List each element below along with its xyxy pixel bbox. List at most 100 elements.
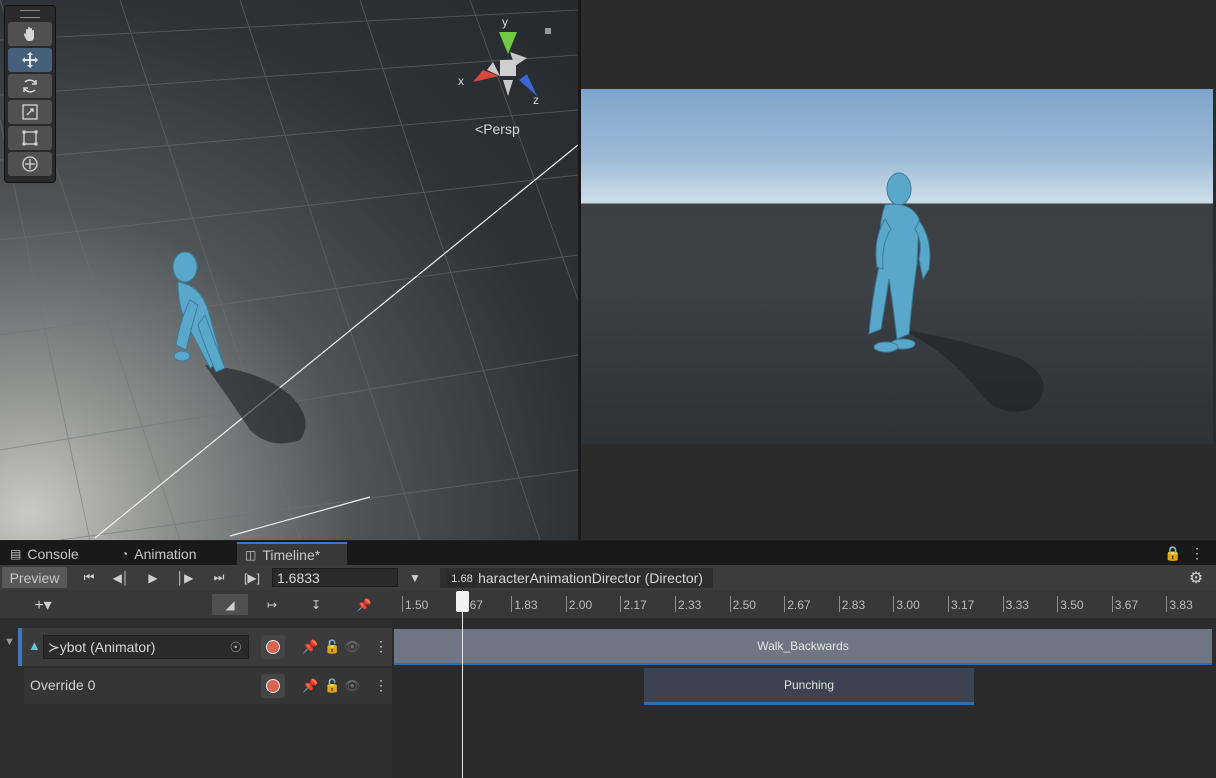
orientation-gizmo[interactable]: y x z — [455, 14, 555, 114]
projection-toggle[interactable]: <Persp — [475, 121, 520, 137]
clips-area[interactable]: Walk_Backwards Punching — [392, 618, 1216, 778]
chevron-down-icon[interactable]: ▼ — [404, 567, 426, 588]
clip-edit-mode-icon[interactable]: ◢ — [212, 594, 248, 615]
timeline-icon: ◫ — [245, 547, 257, 562]
ruler-tick-mark — [1057, 596, 1059, 612]
transform-tool-icon — [22, 156, 38, 172]
next-frame-icon[interactable]: │▶ — [173, 567, 197, 588]
ruler-tick-label: 3.00 — [896, 598, 920, 612]
animation-track-icon: ▲ — [28, 638, 41, 653]
transform-tool-button[interactable] — [8, 152, 52, 176]
object-picker-icon[interactable]: ☉ — [229, 636, 242, 658]
play-range-icon[interactable]: [▶] — [239, 567, 265, 588]
record-icon — [266, 679, 280, 693]
gizmo-x-label: x — [458, 74, 464, 88]
ruler-tick-mark — [565, 596, 567, 612]
playhead-time-label: 1.68 — [447, 571, 477, 587]
ripple-mode-icon[interactable]: ↦ — [254, 594, 290, 615]
character-figure-game — [868, 172, 931, 353]
ruler-tick-mark — [948, 596, 949, 612]
timeline-toolbar: Preview ⏮ ◀│ ▶ │▶ ⏭ [▶] 1.6833 ▼ Charact… — [0, 565, 1216, 591]
move-tool-button[interactable] — [8, 48, 52, 72]
pin-icon[interactable]: 📌 — [350, 594, 378, 615]
lock-track-icon[interactable]: 🔓 — [324, 678, 340, 694]
record-icon — [266, 640, 280, 654]
ruler-tick-mark — [402, 596, 403, 612]
playhead-handle[interactable] — [456, 591, 469, 612]
clip-punching[interactable]: Punching — [644, 668, 974, 705]
move-tool-icon — [22, 52, 38, 68]
track-header-ybot[interactable]: ▲ ≻ybot (Animator) ☉ 📌 🔓 👁 ⋮ — [18, 628, 392, 666]
scale-tool-button[interactable] — [8, 100, 52, 124]
director-breadcrumb[interactable]: CharacterAnimationDirector (Director) — [440, 568, 713, 588]
ruler-tick-label: 3.17 — [951, 598, 975, 612]
override-record-button[interactable] — [261, 674, 285, 698]
pin-track-icon[interactable]: 📌 — [302, 678, 318, 694]
previous-frame-icon[interactable]: ◀│ — [109, 567, 133, 588]
mute-eye-icon[interactable]: 👁 — [344, 678, 361, 694]
mute-eye-icon[interactable]: 👁 — [344, 639, 361, 655]
clip-walk-backwards[interactable]: Walk_Backwards — [394, 629, 1212, 665]
more-options-icon[interactable]: ⋮ — [1190, 542, 1210, 565]
ruler-tick-mark — [1111, 596, 1113, 612]
go-to-end-icon[interactable]: ⏭ — [205, 567, 233, 588]
scene-view[interactable]: y x z <Persp — [0, 0, 578, 540]
projection-label: Persp — [483, 121, 520, 137]
ruler-tick-mark — [1166, 596, 1168, 612]
preview-button[interactable]: Preview — [2, 567, 67, 588]
add-track-button[interactable]: +▾ — [22, 594, 64, 615]
collapse-arrow-icon[interactable]: ▼ — [4, 636, 15, 648]
character-figure — [172, 251, 226, 373]
override-track-label: Override 0 — [30, 677, 96, 693]
tool-palette — [4, 5, 56, 183]
ruler-tick-mark — [675, 596, 676, 612]
ruler-tick-label: 1.83 — [514, 598, 538, 612]
game-view[interactable] — [581, 89, 1213, 444]
ruler-tick-mark — [1002, 596, 1004, 612]
ruler-tick-label: 2.00 — [568, 598, 593, 612]
rect-tool-icon — [22, 130, 38, 146]
ruler-tick-label: 3.83 — [1169, 598, 1193, 612]
ruler-tick-label: 2.33 — [678, 598, 702, 612]
hand-tool-icon — [23, 27, 34, 41]
record-button[interactable] — [261, 635, 285, 659]
snap-icon[interactable]: ↧ — [298, 594, 334, 615]
gear-icon[interactable]: ⚙ — [1184, 567, 1208, 588]
track-menu-icon[interactable]: ⋮ — [374, 677, 388, 694]
ruler-tick-label: 3.67 — [1114, 598, 1139, 612]
hand-tool-button[interactable] — [8, 22, 52, 46]
rotate-tool-icon — [23, 79, 37, 93]
animator-binding-field[interactable]: ≻ybot (Animator) ☉ — [43, 635, 249, 659]
console-icon: ▤ — [10, 546, 22, 561]
current-time-field[interactable]: 1.6833 — [272, 568, 398, 587]
bottom-tab-bar: ▤ Console ◔ Animation ◫ Timeline* 🔒 ⋮ — [0, 541, 1216, 565]
go-to-start-icon[interactable]: ⏮ — [77, 567, 101, 588]
chevron-left-icon: < — [475, 121, 484, 137]
rect-tool-button[interactable] — [8, 126, 52, 150]
rotate-tool-button[interactable] — [8, 74, 52, 98]
playhead-line[interactable] — [462, 590, 463, 778]
pin-track-icon[interactable]: 📌 — [302, 639, 318, 655]
ruler-tick-label: 3.33 — [1005, 598, 1029, 612]
track-menu-icon[interactable]: ⋮ — [374, 638, 388, 655]
time-ruler[interactable]: 1.50 1.67 1.83 2.00 2.17 2.33 2.50 2.67 2.83 3.00… — [392, 590, 1216, 618]
gizmo-y-label: y — [502, 15, 508, 29]
animation-icon: ◔ — [121, 546, 129, 561]
ruler-tick-label: 2.50 — [732, 598, 756, 612]
ruler-tick-label: 2.17 — [623, 598, 647, 612]
game-view-panel — [581, 0, 1216, 540]
tab-animation[interactable]: ◔ Animation — [113, 542, 233, 565]
lock-track-icon[interactable]: 🔓 — [324, 639, 340, 655]
ruler-tick-mark — [784, 596, 786, 612]
ruler-tick-label: 2.67 — [787, 598, 811, 612]
lock-icon[interactable]: 🔒 — [1164, 542, 1186, 565]
tab-timeline[interactable]: ◫ Timeline* — [237, 542, 347, 565]
tool-palette-grip[interactable] — [5, 6, 55, 22]
track-toolbar: +▾ ◢ ↦ ↧ 📌 — [0, 590, 392, 618]
tab-console[interactable]: ▤ Console — [2, 542, 110, 565]
track-header-override[interactable]: Override 0 📌 🔓 👁 ⋮ — [24, 668, 392, 704]
ruler-tick-mark — [620, 596, 622, 612]
play-icon[interactable]: ▶ — [141, 567, 165, 588]
animator-icon: ≻ — [48, 639, 60, 655]
scale-tool-icon — [22, 104, 38, 120]
